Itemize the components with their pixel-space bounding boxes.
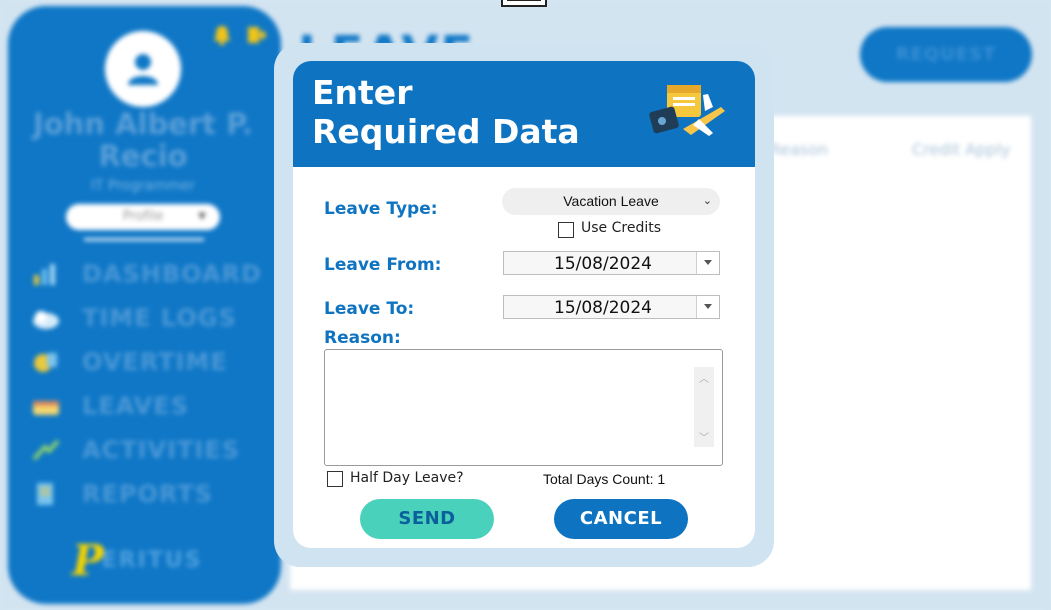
bell-icon[interactable] — [212, 24, 232, 46]
activities-icon — [30, 437, 62, 463]
leave-type-select[interactable]: Vacation Leave ⌄ — [502, 188, 720, 215]
leave-request-dialog: Enter Required Data Leave Type: Vacation… — [293, 61, 755, 548]
nav-label: LEAVES — [82, 392, 189, 420]
avatar[interactable] — [105, 31, 181, 107]
total-days-count: Total Days Count: 1 — [543, 471, 666, 487]
report-icon — [30, 481, 62, 507]
leave-to-date-picker[interactable]: 15/08/2024 — [503, 295, 720, 319]
chevron-down-icon — [704, 260, 712, 265]
travel-icon — [649, 85, 725, 136]
chevron-down-icon — [704, 304, 712, 309]
nav-item-reports[interactable]: REPORTS — [30, 479, 213, 509]
leave-icon — [30, 393, 62, 419]
dialog-title: Enter Required Data — [312, 73, 580, 151]
column-header-credit-apply: Credit Apply — [912, 140, 1011, 159]
overtime-icon — [30, 349, 62, 375]
logo-letter: P — [72, 535, 104, 585]
half-day-label: Half Day Leave? — [350, 470, 464, 486]
calendar-dropdown-button[interactable] — [696, 296, 719, 318]
leave-to-label: Leave To: — [324, 299, 415, 319]
profile-select[interactable]: Profile ▼ — [66, 204, 220, 230]
profile-select-value: Profile — [122, 209, 164, 224]
chart-icon — [30, 261, 62, 287]
reason-scrollbar[interactable]: ︿ ﹀ — [694, 367, 714, 447]
dialog-header: Enter Required Data — [293, 61, 755, 167]
scroll-down-icon[interactable]: ﹀ — [694, 429, 714, 444]
nav-label: ACTIVITIES — [82, 436, 240, 464]
nav-item-time-logs[interactable]: TIME LOGS — [30, 303, 237, 333]
request-button[interactable]: REQUEST — [860, 27, 1032, 82]
leave-to-value: 15/08/2024 — [554, 298, 652, 318]
send-button[interactable]: SEND — [360, 499, 494, 539]
leave-from-label: Leave From: — [324, 255, 442, 275]
nav-item-dashboard[interactable]: DASHBOARD — [30, 259, 262, 289]
dialog-title-line2: Required Data — [312, 112, 580, 151]
logo-text: ERITUS — [101, 547, 203, 573]
use-credits-label: Use Credits — [581, 220, 662, 236]
calendar-dropdown-button[interactable] — [696, 252, 719, 274]
dialog-title-line1: Enter — [312, 73, 413, 112]
cancel-button[interactable]: CANCEL — [554, 499, 688, 539]
leave-type-label: Leave Type: — [324, 199, 438, 219]
divider — [84, 238, 204, 241]
reason-textarea[interactable]: ︿ ﹀ — [324, 349, 723, 466]
use-credits-checkbox[interactable] — [558, 222, 574, 238]
user-name: John Albert P. Recio — [32, 107, 254, 173]
nav-label: DASHBOARD — [82, 260, 262, 288]
top-icons — [212, 24, 266, 46]
scroll-up-icon[interactable]: ︿ — [694, 370, 714, 385]
half-day-checkbox[interactable] — [327, 471, 343, 487]
company-logo: P ERITUS — [72, 536, 203, 585]
window-drag-handle[interactable] — [501, 0, 547, 7]
chevron-down-icon: ▼ — [198, 211, 206, 222]
nav-item-leaves[interactable]: LEAVES — [30, 391, 189, 421]
chevron-down-icon: ⌄ — [702, 195, 712, 207]
reason-label: Reason: — [324, 328, 401, 348]
nav-label: REPORTS — [82, 480, 213, 508]
nav-label: TIME LOGS — [82, 304, 237, 332]
nav-label: OVERTIME — [82, 348, 228, 376]
clock-icon — [30, 305, 62, 331]
user-icon — [128, 54, 158, 85]
column-header-reason: Reason — [770, 140, 829, 159]
user-role: IT Programmer — [90, 178, 196, 194]
leave-type-value: Vacation Leave — [563, 193, 659, 209]
leave-from-date-picker[interactable]: 15/08/2024 — [503, 251, 720, 275]
nav-item-activities[interactable]: ACTIVITIES — [30, 435, 240, 465]
leave-from-value: 15/08/2024 — [554, 254, 652, 274]
logout-icon[interactable] — [246, 24, 266, 46]
nav-item-overtime[interactable]: OVERTIME — [30, 347, 228, 377]
